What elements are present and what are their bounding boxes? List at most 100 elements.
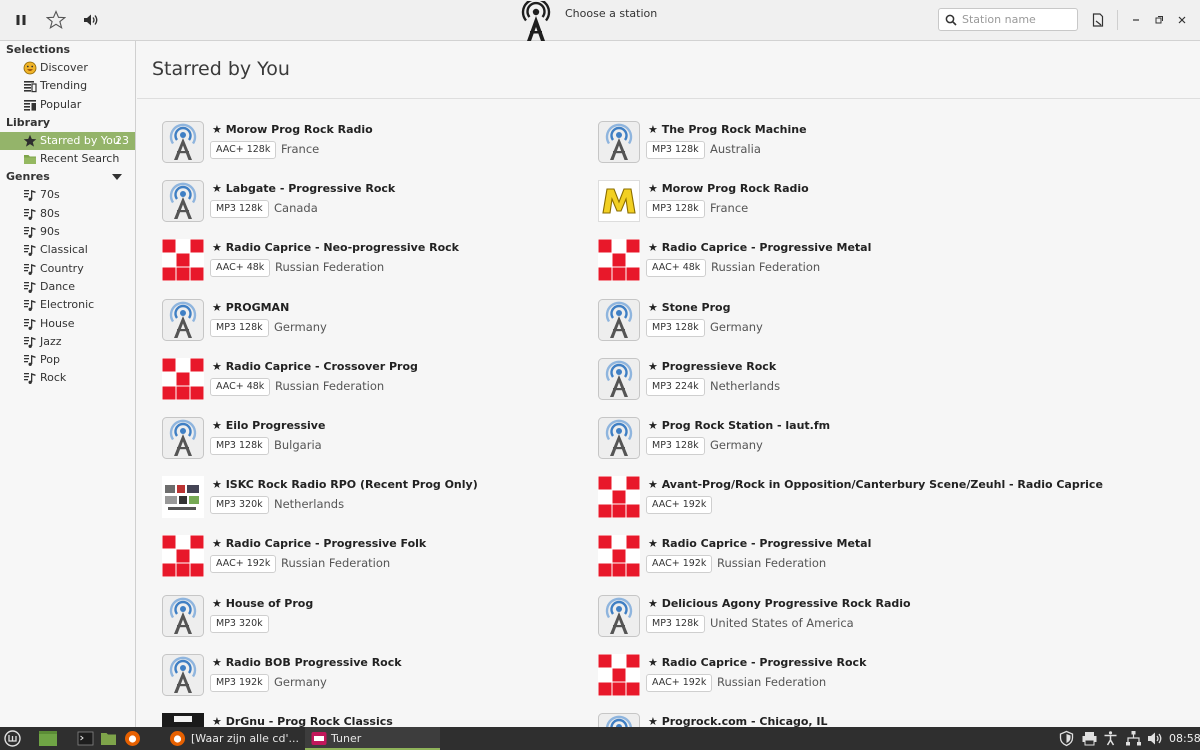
sidebar-item-genre-electronic[interactable]: Electronic [0,296,135,314]
sidebar-item-label: Classical [40,243,88,257]
files-icon[interactable] [100,730,117,747]
section-header-library: Library [6,115,51,129]
sidebar-item-recent-search[interactable]: Recent Search [0,150,135,168]
station-item[interactable]: ★ Radio Caprice - Progressive Folk AAC+ 1… [137,535,567,585]
sidebar: Selections Discover Trending Popular Lib… [0,41,136,727]
station-country: Canada [274,201,318,216]
shield-icon[interactable] [1058,730,1075,747]
taskbar-task-tuner[interactable]: Tuner [305,727,440,750]
starred-icon [23,134,37,147]
station-item[interactable]: ★ Radio Caprice - Crossover Prog AAC+ 48k… [137,357,567,408]
station-country: Germany [710,319,763,334]
station-item[interactable]: ★ The Prog Rock Machine MP3 128k Australia [573,121,1003,171]
station-item[interactable]: ★ Stone Prog MP3 128k Germany [573,298,1003,349]
sidebar-item-genre-pop[interactable]: Pop [0,351,135,369]
star-button[interactable] [44,8,68,32]
sidebar-item-genre-classical[interactable]: Classical [0,241,135,259]
maximize-button[interactable] [1147,8,1171,32]
music-note-icon [24,281,36,293]
station-search-box[interactable] [938,8,1078,31]
printer-icon[interactable] [1081,730,1098,747]
station-country: Russian Federation [711,260,821,275]
station-item[interactable]: ★ ISKC Rock Radio RPO (Recent Prog Only)… [137,476,567,526]
maximize-icon [1155,16,1163,24]
station-item[interactable]: ★ Radio Caprice - Progressive Rock AAC+ 1… [573,653,1003,704]
music-note-icon [24,263,36,275]
station-item[interactable]: ★ Morow Prog Rock Radio AAC+ 128k France [137,121,567,171]
station-name: ★ Radio Caprice - Neo-progressive Rock [212,241,459,255]
sidebar-item-label: 80s [40,206,60,220]
station-item[interactable]: ★ Radio Caprice - Progressive Metal AAC+ … [573,535,1003,585]
terminal-icon[interactable] [77,730,94,747]
station-name: ★ Radio Caprice - Crossover Prog [212,359,418,373]
music-note-icon [24,318,36,330]
sidebar-item-discover[interactable]: Discover [0,59,135,77]
sidebar-item-label: Recent Search [40,152,120,166]
station-name: ★ Progrock.com - Chicago, IL [648,715,828,727]
station-item[interactable]: ★ Prog Rock Station - laut.fm MP3 128k Ger… [573,417,1003,467]
volume-button[interactable] [79,8,103,32]
station-item[interactable]: ★ Radio Caprice - Progressive Metal AAC+ … [573,239,1003,289]
sidebar-item-label: Jazz [40,334,62,348]
volume-tray-icon[interactable] [1146,730,1163,747]
sidebar-item-popular[interactable]: Popular [0,96,135,114]
sidebar-item-label: Discover [40,61,88,74]
radio-caprice-logo-icon [162,239,204,282]
station-name: ★ Progressieve Rock [648,359,777,373]
sidebar-item-genre-80s[interactable]: 80s [0,205,135,223]
codec-bitrate-badge: AAC+ 192k [646,496,713,515]
sidebar-item-genre-country[interactable]: Country [0,260,135,278]
sidebar-item-genre-house[interactable]: House [0,315,135,333]
radio-caprice-logo-icon [598,535,640,578]
station-item[interactable]: ★ House of Prog MP3 320k [137,594,567,645]
music-note-icon [24,227,36,239]
sidebar-item-genre-70s[interactable]: 70s [0,186,135,204]
accessibility-icon[interactable] [1102,730,1119,747]
radio-caprice-logo-icon [598,239,640,282]
radio-tower-station-icon [598,298,640,341]
station-country: Australia [710,142,761,156]
station-item[interactable]: ★ Labgate - Progressive Rock MP3 128k Cana… [137,180,567,230]
section-header-genres[interactable]: Genres [0,168,135,186]
station-item[interactable]: ★ Progrock.com - Chicago, IL [573,713,1003,727]
collapse-arrow-icon[interactable] [112,174,122,181]
firefox-icon[interactable] [124,730,141,747]
show-desktop-icon[interactable] [38,730,58,747]
sidebar-item-genre-rock[interactable]: Rock [0,369,135,387]
codec-bitrate-badge: MP3 320k [210,614,269,633]
codec-bitrate-badge: MP3 192k [210,673,269,692]
mint-menu-icon[interactable] [4,730,21,747]
station-item[interactable]: ★ PROGMAN MP3 128k Germany [137,298,567,349]
minimize-button[interactable] [1124,8,1148,32]
folder-icon [24,155,36,165]
station-item[interactable]: ★ Progressieve Rock MP3 224k Netherlands [573,357,1003,408]
taskbar-task-firefox[interactable]: [Waar zijn alle cd'... [165,727,300,750]
station-country: Netherlands [710,378,781,393]
station-item[interactable]: ★ Radio Caprice - Neo-progressive Rock AA… [137,239,567,289]
sidebar-item-genre-90s[interactable]: 90s [0,223,135,241]
task-label: [Waar zijn alle cd'... [191,732,299,745]
network-icon[interactable] [1125,730,1142,747]
station-name: ★ Stone Prog [648,300,731,314]
pause-button[interactable] [9,8,33,32]
codec-bitrate-badge: AAC+ 128k [210,141,277,159]
close-button[interactable] [1170,8,1194,32]
taskbar: [Waar zijn alle cd'... Tuner 08:58 [0,727,1200,750]
station-item[interactable]: ★ DrGnu - Prog Rock Classics [137,713,567,727]
title-divider [137,98,1200,99]
station-item[interactable]: ★ Eilo Progressive MP3 128k Bulgaria [137,417,567,467]
station-item[interactable]: ★ Delicious Agony Progressive Rock Radio… [573,594,1003,645]
sidebar-item-genre-dance[interactable]: Dance [0,278,135,296]
firefox-task-icon [170,731,185,746]
sidebar-item-trending[interactable]: Trending [0,77,135,95]
station-name-input[interactable] [962,13,1067,26]
music-note-icon [24,300,36,312]
sidebar-item-starred[interactable]: Starred by You 23 [0,131,135,151]
sidebar-item-genre-jazz[interactable]: Jazz [0,333,135,351]
station-item[interactable]: ★ Radio BOB Progressive Rock MP3 192k Germ… [137,653,567,704]
station-item[interactable]: ★ Avant-Prog/Rock in Opposition/Canterbu… [573,476,1103,526]
station-item[interactable]: ★ Morow Prog Rock Radio MP3 128k France [573,180,1003,230]
app-menu-button[interactable] [1086,8,1110,32]
station-name: ★ Prog Rock Station - laut.fm [648,419,831,432]
music-note-icon [24,373,36,385]
